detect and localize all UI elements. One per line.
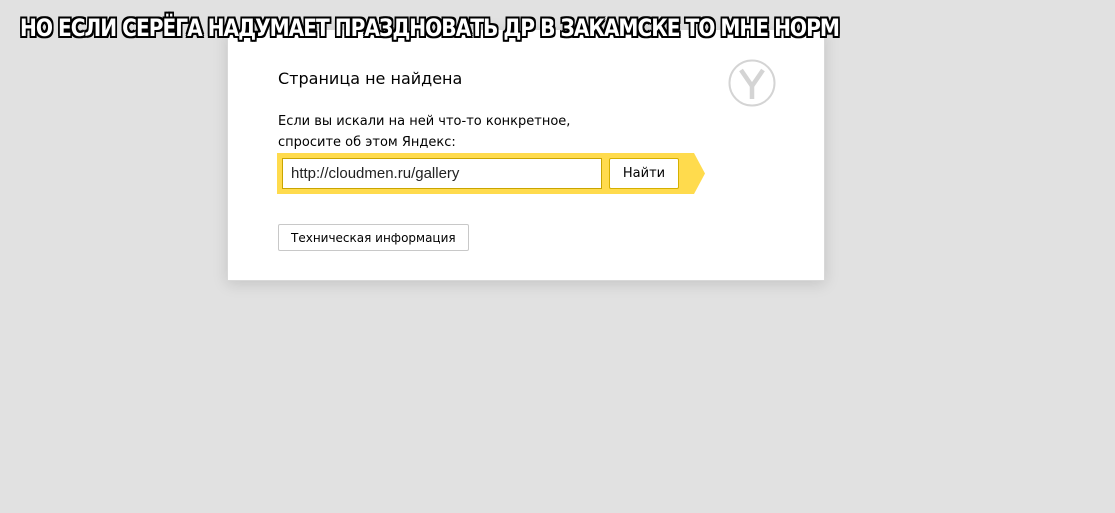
search-bar: Найти xyxy=(277,153,705,194)
search-button[interactable]: Найти xyxy=(609,158,679,189)
error-card: Страница не найдена Если вы искали на не… xyxy=(227,29,825,281)
error-description: Если вы искали на ней что-то конкретное,… xyxy=(278,111,608,153)
description-line-2: спросите об этом Яндекс: xyxy=(278,135,456,150)
description-line-1: Если вы искали на ней что-то конкретное, xyxy=(278,114,571,129)
page-title: Страница не найдена xyxy=(278,69,463,88)
search-input[interactable] xyxy=(282,158,602,189)
yandex-logo-icon xyxy=(728,59,776,107)
tech-info-button[interactable]: Техническая информация xyxy=(278,224,469,251)
meme-caption: НО ЕСЛИ СЕРЁГА НАДУМАЕТ ПРАЗДНОВАТЬ ДР В… xyxy=(20,14,840,42)
